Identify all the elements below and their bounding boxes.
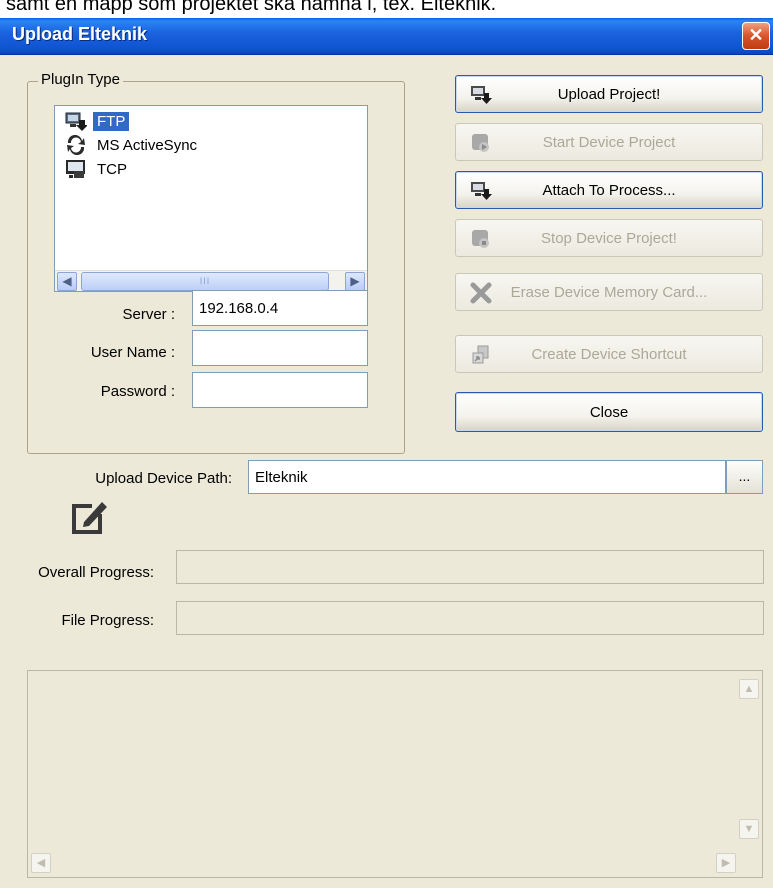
start-device-project-button[interactable]: Start Device Project <box>455 123 763 161</box>
overall-progress-bar <box>176 550 764 584</box>
list-item-tcp[interactable]: TCP <box>65 158 131 180</box>
scroll-left-button[interactable]: ◀ <box>31 853 51 873</box>
list-item-ms-activesync[interactable]: MS ActiveSync <box>65 134 201 156</box>
start-device-icon <box>470 132 492 154</box>
scroll-right-button[interactable]: ▶ <box>345 272 365 291</box>
server-input[interactable] <box>192 290 368 326</box>
password-input[interactable] <box>192 372 368 408</box>
stop-device-project-button[interactable]: Stop Device Project! <box>455 219 763 257</box>
upload-project-button[interactable]: Upload Project! <box>455 75 763 113</box>
stop-device-icon <box>470 228 492 250</box>
close-window-button[interactable]: ✕ <box>742 22 770 50</box>
list-horizontal-scrollbar[interactable]: ◀ III ▶ <box>55 270 367 291</box>
list-item-label: FTP <box>93 111 130 131</box>
scroll-up-button[interactable]: ▲ <box>739 679 759 699</box>
file-progress-bar <box>176 601 764 635</box>
file-progress-label: File Progress: <box>61 612 154 629</box>
scroll-thumb[interactable]: III <box>81 272 329 291</box>
ftp-computer-icon <box>65 111 88 131</box>
password-label: Password : <box>100 383 175 400</box>
upload-device-path-label: Upload Device Path: <box>95 470 232 487</box>
plugin-type-legend: PlugIn Type <box>38 71 123 88</box>
list-item-label: TCP <box>97 160 127 178</box>
overall-progress-label: Overall Progress: <box>38 564 154 581</box>
button-label: Attach To Process... <box>542 181 676 199</box>
attach-to-process-button[interactable]: Attach To Process... <box>455 171 763 209</box>
server-label: Server : <box>122 306 175 323</box>
button-label: Upload Project! <box>557 85 661 103</box>
upload-computer-icon <box>470 84 492 106</box>
upload-device-path-input[interactable] <box>248 460 726 494</box>
username-input[interactable] <box>192 330 368 366</box>
background-caption: samt en mapp som projektet ska hamna i, … <box>0 0 773 18</box>
activesync-arrows-icon <box>65 134 87 156</box>
list-item-label: MS ActiveSync <box>97 136 198 154</box>
plugin-type-list[interactable]: FTP MS ActiveSync TCP ◀ III ▶ <box>54 105 368 292</box>
title-bar: Upload Elteknik ✕ <box>0 18 773 55</box>
close-button[interactable]: Close <box>455 392 763 432</box>
button-label: Create Device Shortcut <box>531 345 687 363</box>
scroll-right-button[interactable]: ▶ <box>716 853 736 873</box>
erase-x-icon <box>470 282 492 304</box>
list-item-ftp[interactable]: FTP <box>65 110 130 132</box>
edit-pencil-icon[interactable] <box>70 496 110 536</box>
window-title: Upload Elteknik <box>12 24 148 44</box>
button-label: Close <box>589 403 629 421</box>
tcp-computer-icon <box>65 159 87 179</box>
username-label: User Name : <box>90 344 175 361</box>
create-device-shortcut-button[interactable]: Create Device Shortcut <box>455 335 763 373</box>
output-log-box[interactable]: ▲ ▼ ◀ ▶ <box>27 670 763 878</box>
button-label: Stop Device Project! <box>541 229 677 247</box>
scroll-left-button[interactable]: ◀ <box>57 272 77 291</box>
scroll-down-button[interactable]: ▼ <box>739 819 759 839</box>
erase-memory-card-button[interactable]: Erase Device Memory Card... <box>455 273 763 311</box>
upload-dialog: Upload Elteknik ✕ PlugIn Type FTP MS Act… <box>0 18 773 888</box>
browse-button[interactable]: ... <box>726 460 763 494</box>
attach-computer-icon <box>470 180 492 202</box>
button-label: Erase Device Memory Card... <box>510 283 708 301</box>
button-label: Start Device Project <box>542 133 676 151</box>
shortcut-icon <box>470 344 492 366</box>
